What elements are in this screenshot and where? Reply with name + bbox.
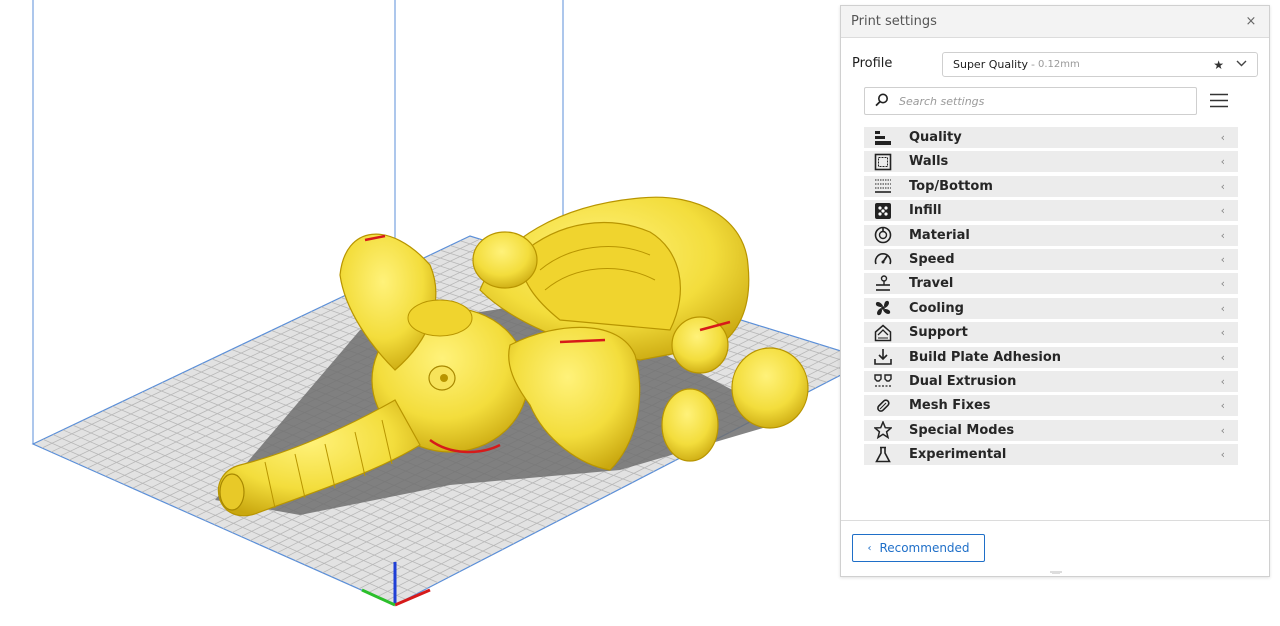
chevron-left-icon: ‹	[1220, 228, 1225, 242]
walls-icon	[873, 152, 892, 171]
category-walls[interactable]: Walls ‹	[864, 151, 1238, 173]
chevron-left-icon: ‹	[1220, 252, 1225, 266]
recommended-label: Recommended	[879, 541, 970, 555]
category-label: Quality	[909, 130, 962, 145]
chevron-left-icon: ‹	[1220, 326, 1225, 340]
chevron-left-icon: ‹	[1220, 301, 1225, 315]
profile-layer-height: 0.12mm	[1038, 59, 1080, 70]
category-label: Speed	[909, 251, 955, 267]
chevron-left-icon: ‹	[867, 542, 872, 554]
category-label: Travel	[909, 276, 954, 292]
category-support[interactable]: Support ‹	[864, 322, 1238, 344]
top-bottom-icon	[873, 177, 892, 196]
chevron-left-icon: ‹	[1220, 179, 1225, 193]
chevron-left-icon: ‹	[1220, 448, 1225, 462]
category-label: Infill	[909, 203, 942, 219]
search-icon	[875, 92, 889, 111]
category-label: Cooling	[909, 300, 964, 316]
search-input[interactable]	[897, 93, 1171, 109]
category-label: Build Plate Adhesion	[909, 349, 1062, 365]
chevron-left-icon: ‹	[1220, 131, 1225, 144]
infill-icon	[873, 201, 892, 220]
chevron-left-icon: ‹	[1220, 374, 1225, 388]
search-row	[864, 87, 1257, 115]
travel-icon	[873, 274, 892, 293]
settings-visibility-menu-icon[interactable]	[1210, 93, 1228, 112]
category-label: Experimental	[909, 447, 1007, 463]
cooling-icon	[873, 299, 892, 318]
special-modes-icon	[873, 421, 892, 440]
support-icon	[873, 323, 892, 342]
panel-header: Print settings ×	[841, 6, 1269, 38]
speed-icon	[873, 250, 892, 269]
panel-footer: ‹ Recommended	[841, 520, 1269, 576]
category-travel[interactable]: Travel ‹	[864, 273, 1238, 295]
search-box[interactable]	[864, 87, 1197, 115]
profile-name: Super Quality	[953, 58, 1029, 71]
panel-title: Print settings	[851, 14, 937, 29]
profile-row: Profile Super Quality - 0.12mm ★	[852, 52, 1258, 78]
category-label: Mesh Fixes	[909, 398, 991, 414]
dual-extrusion-icon	[873, 372, 892, 391]
category-special-modes[interactable]: Special Modes ‹	[864, 419, 1238, 441]
category-label: Special Modes	[909, 422, 1015, 438]
chevron-left-icon: ‹	[1220, 350, 1225, 364]
category-mesh-fixes[interactable]: Mesh Fixes ‹	[864, 395, 1238, 417]
settings-category-list: Quality ‹ Walls ‹ Top/Bottom ‹ Infill ‹ Material…	[864, 127, 1238, 468]
profile-separator: -	[1031, 58, 1036, 71]
experimental-icon	[873, 445, 892, 464]
profile-label: Profile	[852, 56, 893, 71]
quality-icon	[873, 128, 892, 147]
profile-dropdown[interactable]: Super Quality - 0.12mm ★	[942, 52, 1258, 77]
category-dual-extrusion[interactable]: Dual Extrusion ‹	[864, 370, 1238, 392]
print-settings-panel: Print settings × Profile Super Quality -…	[840, 5, 1270, 577]
chevron-left-icon: ‹	[1220, 277, 1225, 291]
chevron-left-icon: ‹	[1220, 423, 1225, 437]
category-quality[interactable]: Quality ‹	[864, 127, 1238, 148]
category-speed[interactable]: Speed ‹	[864, 248, 1238, 270]
category-experimental[interactable]: Experimental ‹	[864, 444, 1238, 466]
mesh-fixes-icon	[873, 396, 892, 415]
chevron-left-icon: ‹	[1220, 155, 1225, 169]
category-label: Material	[909, 227, 970, 243]
favorite-star-icon[interactable]: ★	[1213, 58, 1224, 72]
build-plate-adhesion-icon	[873, 348, 892, 367]
category-top-bottom[interactable]: Top/Bottom ‹	[864, 175, 1238, 197]
chevron-left-icon: ‹	[1220, 399, 1225, 413]
material-icon	[873, 226, 892, 245]
category-build-plate-adhesion[interactable]: Build Plate Adhesion ‹	[864, 346, 1238, 368]
chevron-left-icon: ‹	[1220, 204, 1225, 218]
category-cooling[interactable]: Cooling ‹	[864, 297, 1238, 319]
recommended-button[interactable]: ‹ Recommended	[852, 534, 985, 562]
resize-grip-icon[interactable]	[1050, 571, 1062, 574]
category-label: Support	[909, 325, 968, 341]
chevron-down-icon	[1236, 59, 1247, 70]
category-infill[interactable]: Infill ‹	[864, 200, 1238, 222]
category-label: Walls	[909, 154, 949, 170]
category-label: Dual Extrusion	[909, 373, 1017, 389]
close-icon[interactable]: ×	[1243, 14, 1259, 29]
category-label: Top/Bottom	[909, 178, 993, 194]
category-material[interactable]: Material ‹	[864, 224, 1238, 246]
